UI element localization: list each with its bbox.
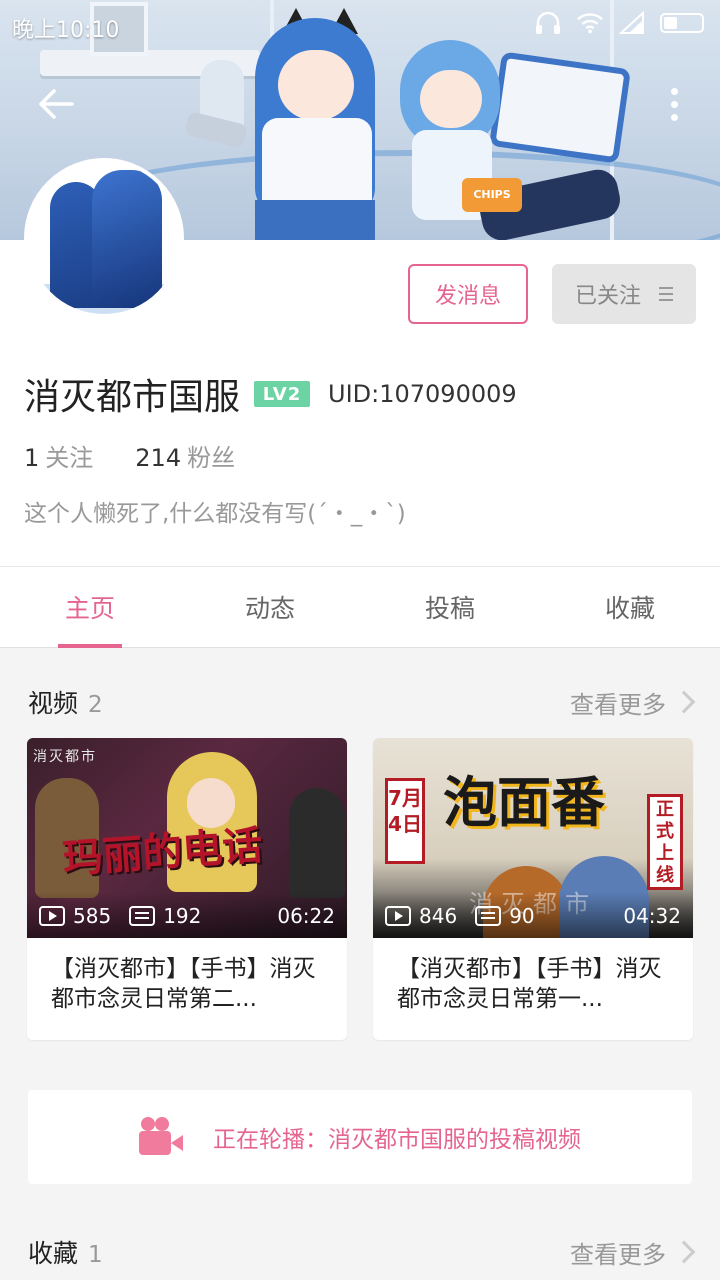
see-more-label: 查看更多 bbox=[570, 1240, 666, 1269]
status-icons bbox=[534, 10, 704, 36]
user-stats: 1 关注 214 粉丝 bbox=[24, 438, 235, 473]
section-title: 收藏 bbox=[28, 1239, 79, 1268]
following-label: 已关注 bbox=[574, 284, 641, 309]
battery-level bbox=[664, 17, 677, 29]
battery-icon bbox=[660, 13, 704, 33]
thumbnail-online-tag: 正式上线 bbox=[647, 794, 683, 890]
tab-uploads[interactable]: 投稿 bbox=[360, 567, 540, 647]
carousel-text: 正在轮播：消灭都市国服的投稿视频 bbox=[213, 1127, 581, 1153]
video-camera-icon bbox=[139, 1117, 183, 1157]
section-count: 2 bbox=[88, 692, 103, 718]
banner-tv bbox=[489, 51, 631, 164]
user-uid: UID:107090009 bbox=[328, 380, 517, 408]
tab-favorites[interactable]: 收藏 bbox=[540, 567, 720, 647]
following-stat-label: 关注 bbox=[45, 444, 94, 472]
video-duration: 06:22 bbox=[277, 904, 335, 928]
followers-stat[interactable]: 214 粉丝 bbox=[135, 438, 235, 473]
following-button[interactable]: 已关注 bbox=[552, 264, 696, 324]
play-count-icon bbox=[385, 906, 411, 926]
video-meta: 585 192 06:22 bbox=[39, 904, 335, 928]
headphones-icon bbox=[534, 10, 562, 36]
following-stat[interactable]: 1 关注 bbox=[24, 438, 93, 473]
videos-section-header: 视频 2 查看更多 bbox=[28, 682, 696, 722]
play-count: 585 bbox=[73, 904, 112, 928]
level-badge: LV2 bbox=[254, 381, 311, 407]
name-row: 消灭都市国服 LV2 UID:107090009 bbox=[24, 368, 517, 420]
user-name: 消灭都市国服 bbox=[24, 377, 241, 418]
active-tab-indicator bbox=[58, 644, 122, 648]
tab-label: 投稿 bbox=[424, 594, 475, 623]
video-thumbnail: 泡面番 7月4日 正式上线 消灭都市 846 90 04:32 bbox=[373, 738, 693, 938]
avatar-silhouette bbox=[92, 170, 162, 308]
banner-character-two-face bbox=[420, 70, 482, 128]
thumbnail-title-art: 泡面番 bbox=[443, 770, 605, 834]
video-duration: 04:32 bbox=[623, 904, 681, 928]
wifi-icon bbox=[576, 10, 604, 36]
favorites-see-more-link[interactable]: 查看更多 bbox=[570, 1235, 696, 1270]
video-title: 【消灭都市】【手书】消灭都市念灵日常第一... bbox=[397, 956, 662, 1012]
back-button[interactable] bbox=[30, 80, 82, 128]
videos-see-more-link[interactable]: 查看更多 bbox=[570, 685, 696, 720]
menu-icon bbox=[659, 287, 673, 301]
video-meta: 846 90 04:32 bbox=[385, 904, 681, 928]
section-title: 视频 bbox=[28, 689, 79, 718]
chevron-right-icon bbox=[672, 690, 696, 714]
tab-activity[interactable]: 动态 bbox=[180, 567, 360, 647]
see-more-label: 查看更多 bbox=[570, 690, 666, 719]
signal-icon bbox=[618, 10, 646, 36]
favorites-section-header: 收藏 1 查看更多 bbox=[28, 1232, 696, 1272]
danmaku-count: 192 bbox=[163, 904, 202, 928]
following-count: 1 bbox=[24, 444, 40, 472]
profile-tabs: 主页 动态 投稿 收藏 bbox=[0, 566, 720, 648]
video-card[interactable]: 泡面番 7月4日 正式上线 消灭都市 846 90 04:32 【消灭都市】【手… bbox=[373, 738, 693, 1040]
banner-character-one-face bbox=[278, 50, 354, 120]
more-options-button[interactable] bbox=[654, 80, 694, 128]
section-count: 1 bbox=[88, 1242, 103, 1268]
thumbnail-logo: 消灭都市 bbox=[33, 749, 97, 765]
video-title: 【消灭都市】【手书】消灭都市念灵日常第二... bbox=[51, 956, 316, 1012]
user-bio: 这个人懒死了,什么都没有写(´・_・`) bbox=[24, 501, 406, 527]
status-time: 晚上10:10 bbox=[12, 18, 120, 43]
arrow-left-icon bbox=[39, 89, 74, 119]
danmaku-icon bbox=[475, 906, 502, 926]
tab-label: 收藏 bbox=[604, 594, 655, 623]
banner-chips-bag: CHIPS bbox=[462, 178, 522, 212]
banner-character-one-skirt bbox=[255, 200, 375, 240]
tab-home[interactable]: 主页 bbox=[0, 567, 180, 648]
status-bar: 晚上10:10 bbox=[0, 0, 720, 50]
thumbnail-date-tag: 7月4日 bbox=[385, 778, 425, 864]
followers-count: 214 bbox=[135, 444, 182, 472]
play-count: 846 bbox=[419, 904, 458, 928]
more-vertical-icon bbox=[670, 87, 678, 95]
play-count-icon bbox=[39, 906, 65, 926]
danmaku-count: 90 bbox=[509, 904, 535, 928]
video-thumbnail: 消灭都市 玛丽的电话 585 192 06:22 bbox=[27, 738, 347, 938]
danmaku-icon bbox=[129, 906, 156, 926]
avatar[interactable] bbox=[24, 158, 184, 318]
tab-label: 主页 bbox=[64, 594, 115, 623]
chevron-right-icon bbox=[672, 1240, 696, 1264]
send-message-button[interactable]: 发消息 bbox=[408, 264, 528, 324]
tab-label: 动态 bbox=[244, 594, 295, 623]
video-card[interactable]: 消灭都市 玛丽的电话 585 192 06:22 【消灭都市】【手书】消灭都市念… bbox=[27, 738, 347, 1040]
carousel-banner[interactable]: 正在轮播：消灭都市国服的投稿视频 bbox=[28, 1090, 692, 1184]
followers-stat-label: 粉丝 bbox=[187, 444, 236, 472]
